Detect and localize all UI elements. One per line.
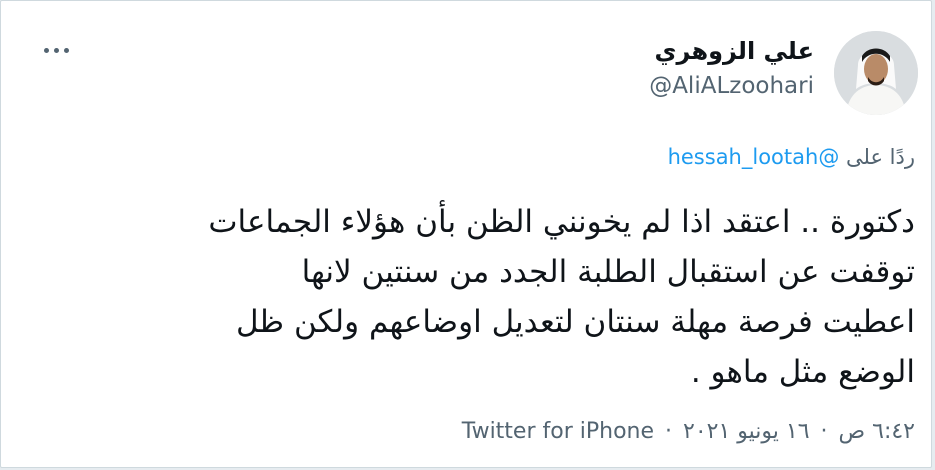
meta-separator: ·	[665, 419, 673, 444]
tweet-card: علي الزوهري @AliALzoohari ردًا على @hess…	[0, 0, 932, 468]
reply-context: ردًا على @hessah_lootah	[668, 145, 915, 169]
tweet-text-line: الوضع مثل ماهو .	[690, 354, 915, 390]
tweet-time[interactable]: ٦:٤٢ ص	[839, 419, 915, 444]
reply-prefix: ردًا على	[846, 145, 915, 169]
author-name[interactable]: علي الزوهري	[655, 37, 814, 65]
tweet-date[interactable]: ١٦ يونيو ٢٠٢١	[683, 419, 810, 444]
avatar-photo	[834, 31, 918, 115]
more-dot	[64, 48, 69, 53]
avatar[interactable]	[834, 31, 918, 115]
tweet-text-line: توقفت عن استقبال الطلبة الجدد من سنتين ل…	[301, 254, 915, 290]
reply-mention-link[interactable]: @hessah_lootah	[668, 145, 840, 169]
tweet-source-link[interactable]: Twitter for iPhone	[462, 419, 654, 444]
author-handle[interactable]: @AliALzoohari	[649, 73, 814, 99]
more-dot	[54, 48, 59, 53]
tweet-text-line: اعطيت فرصة مهلة سنتان لتعديل اوضاعهم ولك…	[235, 304, 915, 340]
tweet-text: دكتورة .. اعتقد اذا لم يخونني الظن بأن ه…	[45, 197, 915, 397]
tweet-metadata: ٦:٤٢ ص · ١٦ يونيو ٢٠٢١ · Twitter for iPh…	[462, 419, 915, 444]
more-dot	[44, 48, 49, 53]
meta-separator: ·	[820, 419, 828, 444]
tweet-text-line: دكتورة .. اعتقد اذا لم يخونني الظن بأن ه…	[208, 204, 915, 240]
more-options-button[interactable]	[39, 35, 75, 65]
